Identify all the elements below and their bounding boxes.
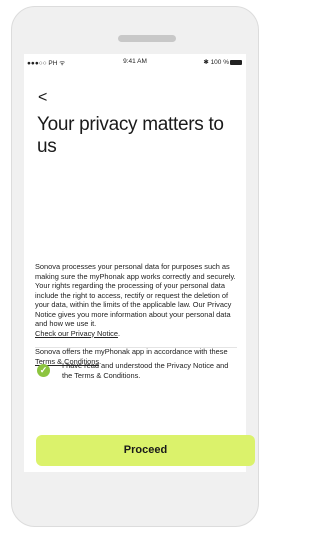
app-screen: ●●●○○ PH ᯤ 9:41 AM ✱ 100 % < Your privac…	[24, 54, 255, 472]
back-button[interactable]: <	[38, 90, 47, 106]
battery-icon	[230, 59, 242, 65]
privacy-paragraph-text: Sonova processes your personal data for …	[35, 262, 236, 328]
chevron-left-icon: <	[38, 89, 48, 106]
privacy-text: Sonova processes your personal data for …	[35, 262, 241, 375]
proceed-button[interactable]: Proceed	[36, 435, 255, 466]
checkbox-checked-icon[interactable]: ✓	[37, 364, 50, 377]
speaker-grille	[118, 35, 176, 42]
privacy-notice-link[interactable]: Check our Privacy Notice	[35, 329, 118, 338]
divider	[35, 347, 237, 348]
battery-label: ✱ 100 %	[203, 59, 229, 66]
privacy-link-period: .	[117, 328, 121, 338]
consent-label: I have read and understood the Privacy N…	[62, 361, 229, 380]
terms-paragraph-text: Sonova offers the myPhonak app in accord…	[35, 347, 228, 356]
battery-status: ✱ 100 %	[203, 58, 242, 66]
privacy-paragraph: Sonova processes your personal data for …	[35, 262, 241, 338]
page-title: Your privacy matters to us	[37, 114, 224, 157]
status-bar: ●●●○○ PH ᯤ 9:41 AM ✱ 100 %	[24, 54, 246, 68]
